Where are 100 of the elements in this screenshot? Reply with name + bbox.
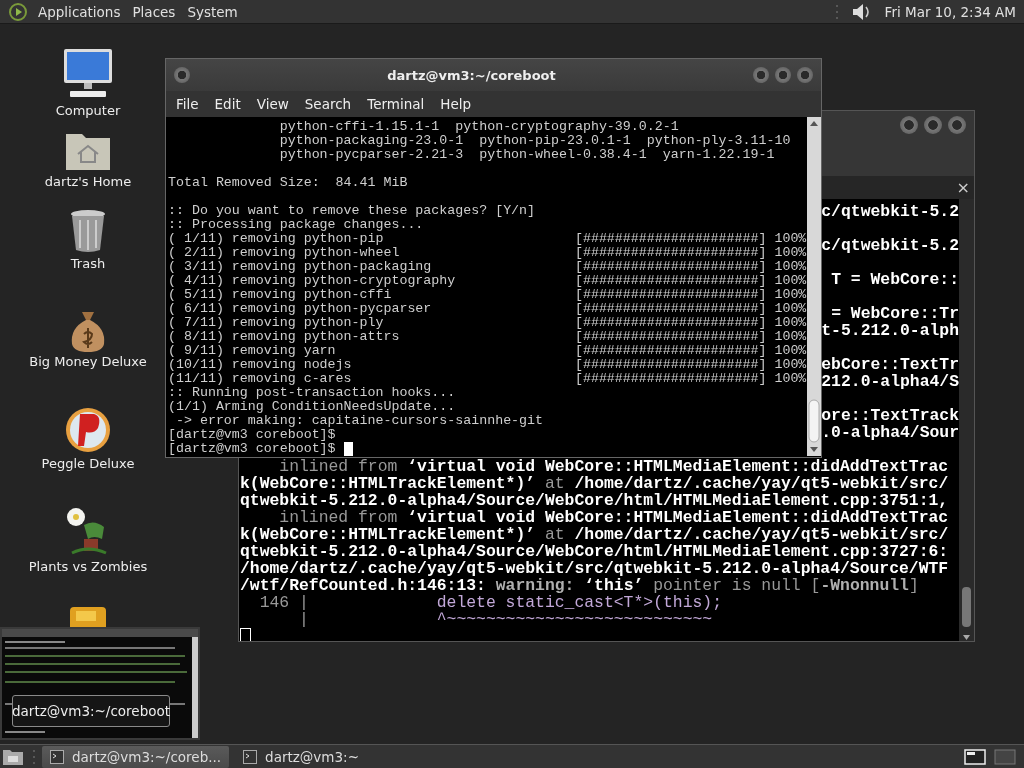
desktop-icon-label[interactable]: dartz's Home xyxy=(44,174,132,189)
scrollbar[interactable] xyxy=(807,117,821,456)
menu-item[interactable]: Edit xyxy=(206,93,249,115)
progress-percent: 100% xyxy=(774,246,807,260)
terminal-line: t-5.212.0-alph xyxy=(821,322,959,339)
desktop-icon-label[interactable]: Plants vs Zombies xyxy=(28,559,148,574)
progress-percent: 100% xyxy=(774,344,807,358)
terminal-line: ( 8/11) removing python-attrs xyxy=(168,330,401,344)
progress-bar-text: [######################] xyxy=(574,260,767,274)
terminal-line: /home/dartz/.cache/yay/qt5-webkit/src/qtwebkit-5.212.0-alpha4/Source/WTF xyxy=(240,560,949,577)
terminal-line: Total Removed Size: 84.41 MiB xyxy=(168,176,408,190)
desktop-icon-label[interactable]: Big Money Deluxe xyxy=(29,354,147,369)
progress-bar-text: [######################] xyxy=(574,358,767,372)
terminal-line: ( 9/11) removing yarn xyxy=(168,344,337,358)
window-control-button[interactable] xyxy=(753,67,769,83)
progress-bar-text: [######################] xyxy=(574,316,767,330)
terminal-line: (10/11) removing nodejs xyxy=(168,358,353,372)
terminal-line: = WebCore::Tr xyxy=(831,305,959,322)
terminal-line: inlined from ‘virtual void WebCore::HTMLMediaElement::didAddTextTrac xyxy=(278,509,949,526)
terminal-line: ( 2/11) removing python-wheel xyxy=(168,246,401,260)
terminal-line: .0-alpha4/Sour xyxy=(821,424,959,441)
terminal-line: [dartz@vm3 coreboot]$ xyxy=(168,442,337,456)
terminal-line: [dartz@vm3 coreboot]$ xyxy=(168,428,336,442)
progress-bar-text: [######################] xyxy=(574,330,767,344)
terminal-line: qtwebkit-5.212.0-alpha4/Source/WebCore/html/HTMLMediaElement.cpp:3727:6: xyxy=(240,543,949,560)
terminal-line: python-packaging-23.0-1 python-pip-23.0.1-1 python-ply-3.11-10 xyxy=(278,134,791,148)
terminal-line: (1/1) Arming ConditionNeedsUpdate... xyxy=(168,400,456,414)
terminal-line: T = WebCore:: xyxy=(831,271,959,288)
terminal-line: ( 6/11) removing python-pycparser xyxy=(168,302,433,316)
terminal-icon xyxy=(50,749,64,764)
progress-percent: 100% xyxy=(774,358,807,372)
logo-icon[interactable] xyxy=(8,1,28,22)
terminal-line: -> error making: capitaine-cursors-sainnhe-git xyxy=(174,414,544,428)
progress-bar-text: [######################] xyxy=(574,288,767,302)
terminal-line: ebCore::TextTr xyxy=(821,356,959,373)
tooltip: dartz@vm3:~/coreboot xyxy=(12,695,170,727)
panel-handle-icon xyxy=(834,2,839,21)
terminal-line: :: Processing package changes... xyxy=(168,218,424,232)
panel-menu[interactable]: Applications xyxy=(38,3,121,20)
terminal-line: ore::TextTrack xyxy=(821,407,959,424)
progress-percent: 100% xyxy=(774,260,807,274)
terminal-line: python-pycparser-2.21-3 python-wheel-0.38.4-1 yarn-1.22.19-1 xyxy=(278,148,775,162)
terminal-line: qtwebkit-5.212.0-alpha4/Source/WebCore/html/HTMLMediaElement.cpp:3751:1, xyxy=(240,492,949,509)
terminal-line: :: Do you want to remove these packages? [Y/n] xyxy=(168,204,536,218)
taskbar-button[interactable]: dartz@vm3:~/coreb... xyxy=(42,745,230,768)
menu-item[interactable]: Help xyxy=(432,93,480,115)
taskbar-button[interactable]: dartz@vm3:~ xyxy=(235,745,367,768)
progress-percent: 100% xyxy=(774,288,807,302)
panel-menu[interactable]: System xyxy=(187,3,238,20)
terminal-line: ( 3/11) removing python-packaging xyxy=(168,260,433,274)
progress-bar-text: [######################] xyxy=(574,372,767,386)
terminal-line: inlined from ‘virtual void WebCore::HTMLMediaElement::didAddTextTrac xyxy=(278,458,949,475)
desktop-icon-label[interactable]: Trash xyxy=(70,256,106,271)
progress-percent: 100% xyxy=(774,316,807,330)
progress-bar-text: [######################] xyxy=(574,344,767,358)
terminal-line: /wtf/RefCounted.h:146:13: warning: ‘this’ pointer is null [-Wnonnull] xyxy=(240,577,919,594)
desktop-icon-label[interactable]: Peggle Deluxe xyxy=(41,456,135,471)
terminal-icon xyxy=(243,749,258,764)
taskbar-handle-icon xyxy=(32,747,36,766)
window-control-button[interactable] xyxy=(948,116,966,134)
progress-percent: 100% xyxy=(774,302,807,316)
panel-menu[interactable]: Places xyxy=(132,3,176,20)
window-menu-button[interactable] xyxy=(174,67,190,83)
terminal-line: k(WebCore::HTMLTrackElement*)’ at /home/dartz/.cache/yay/qt5-webkit/src/ xyxy=(240,526,949,543)
window-control-button[interactable] xyxy=(924,116,942,134)
desktop-icon-label[interactable]: Computer xyxy=(55,103,121,118)
menu-item[interactable]: View xyxy=(248,93,297,115)
terminal-line: | ^~~~~~~~~~~~~~~~~~~~~~~~~~~~ xyxy=(298,611,713,628)
progress-percent: 100% xyxy=(774,330,807,344)
terminal-line: c/qtwebkit-5.2 xyxy=(821,237,959,254)
progress-percent: 100% xyxy=(774,274,807,288)
window-title: dartz@vm3:~/coreboot xyxy=(386,67,557,83)
terminal-line: (11/11) removing c-ares xyxy=(168,372,353,386)
progress-bar-text: [######################] xyxy=(574,274,767,288)
menu-item[interactable]: Search xyxy=(296,93,360,115)
progress-bar-text: [######################] xyxy=(574,246,767,260)
terminal-line: ( 5/11) removing python-cffi xyxy=(168,288,393,302)
close-tab-button[interactable]: × xyxy=(956,179,970,196)
window-control-button[interactable] xyxy=(775,67,791,83)
clock[interactable]: Fri Mar 10, 2:34 AM xyxy=(884,3,1016,20)
terminal-line: k(WebCore::HTMLTrackElement*)’ at /home/dartz/.cache/yay/qt5-webkit/src/ xyxy=(240,475,949,492)
terminal-line: 212.0-alpha4/S xyxy=(821,373,959,390)
trash-icon[interactable] xyxy=(68,208,108,254)
menu-item[interactable]: File xyxy=(168,93,207,115)
terminal-line: ( 1/11) removing python-pip xyxy=(168,232,385,246)
terminal-line: 146 | delete static_cast<T*>(this); xyxy=(258,594,722,611)
progress-bar-text: [######################] xyxy=(574,302,767,316)
scrollbar[interactable] xyxy=(959,199,974,641)
game-ball-icon[interactable] xyxy=(64,406,112,454)
terminal-line: python-cffi-1.15.1-1 python-cryptography-39.0.2-1 xyxy=(278,120,679,134)
terminal-line: :: Running post-transaction hooks... xyxy=(168,386,456,400)
terminal-line: ( 7/11) removing python-ply xyxy=(168,316,385,330)
progress-percent: 100% xyxy=(774,372,807,386)
window-control-button[interactable] xyxy=(900,116,918,134)
window-control-button[interactable] xyxy=(797,67,813,83)
progress-bar-text: [######################] xyxy=(574,232,767,246)
progress-percent: 100% xyxy=(774,232,807,246)
terminal-line: ( 4/11) removing python-cryptography xyxy=(168,274,457,288)
menu-item[interactable]: Terminal xyxy=(359,93,433,115)
terminal-line: c/qtwebkit-5.2 xyxy=(821,203,959,220)
